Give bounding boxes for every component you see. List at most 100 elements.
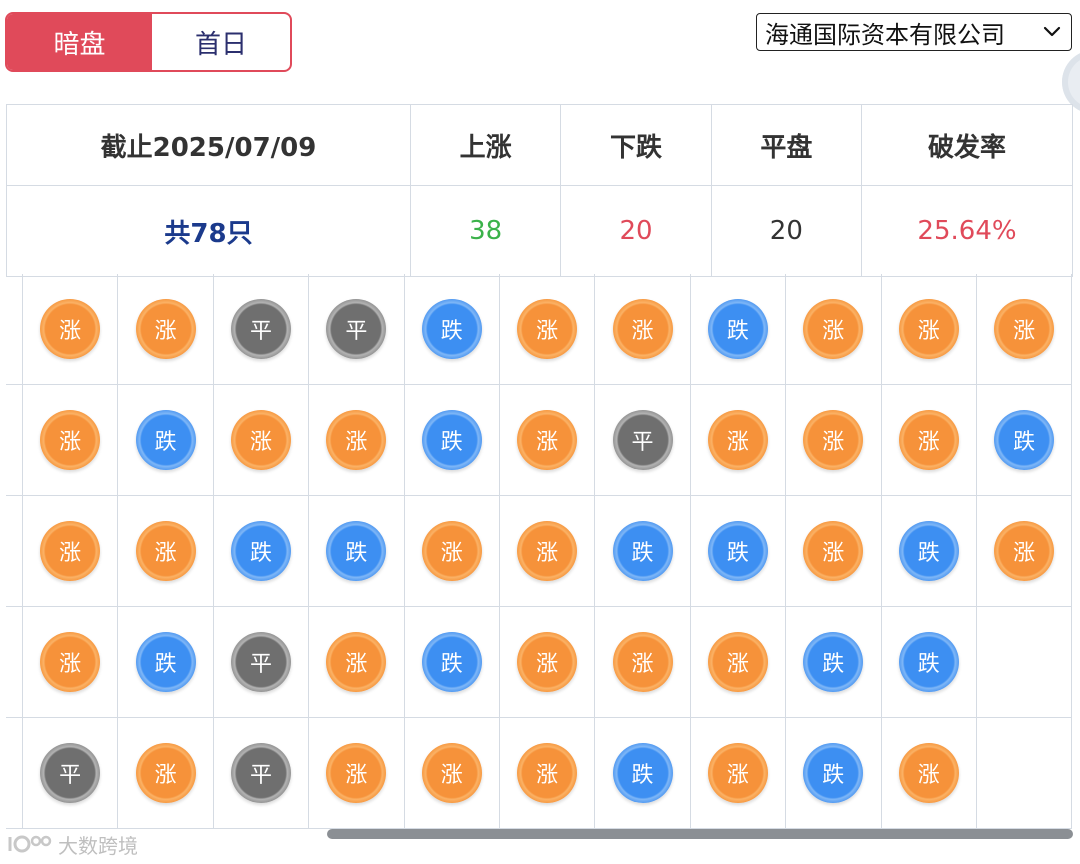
coin-down[interactable]: 跌	[707, 521, 768, 581]
horizontal-scrollbar[interactable]	[327, 829, 1073, 839]
grid-cell: 平	[595, 385, 691, 496]
coin-up[interactable]: 涨	[517, 299, 578, 359]
coin-down[interactable]: 跌	[135, 632, 196, 692]
coin-up[interactable]: 涨	[517, 410, 578, 470]
coin-flat[interactable]: 平	[326, 299, 387, 359]
coin-up[interactable]: 涨	[326, 743, 387, 803]
coin-down[interactable]: 跌	[803, 632, 864, 692]
grid-cell: 跌	[404, 274, 500, 385]
grid-cell: 涨	[690, 607, 787, 718]
coin-down[interactable]: 跌	[898, 632, 959, 692]
coin-down[interactable]: 跌	[612, 743, 673, 803]
coin-down[interactable]: 跌	[898, 521, 959, 581]
grid-cell: 涨	[690, 385, 787, 496]
grid-cell: 跌	[595, 496, 691, 607]
grid-cell: 涨	[499, 718, 596, 829]
flat-count: 20	[710, 185, 863, 277]
coin-up[interactable]: 涨	[135, 299, 196, 359]
coin-up[interactable]: 涨	[135, 743, 196, 803]
coin-down[interactable]: 跌	[230, 521, 291, 581]
coin-up[interactable]: 涨	[898, 410, 959, 470]
grid-cell: 涨	[595, 274, 691, 385]
grid-cell: 跌	[309, 496, 405, 607]
grid-cell: 跌	[595, 718, 691, 829]
coin-down[interactable]: 跌	[612, 521, 673, 581]
coin-up[interactable]: 涨	[612, 632, 673, 692]
coin-down[interactable]: 跌	[421, 299, 482, 359]
coin-down[interactable]: 跌	[803, 743, 864, 803]
grid-cell: 涨	[118, 718, 214, 829]
chevron-down-icon	[1041, 21, 1063, 43]
grid-cell: 跌	[881, 496, 977, 607]
coin-up[interactable]: 涨	[517, 521, 578, 581]
coin-up[interactable]: 涨	[230, 410, 291, 470]
watermark-logo-icon	[8, 833, 52, 855]
rise-count: 38	[409, 185, 562, 277]
grid-cell: 跌	[404, 385, 500, 496]
grid-cell: 涨	[404, 718, 500, 829]
coin-up[interactable]: 涨	[994, 521, 1055, 581]
grid-cell: 涨	[881, 274, 977, 385]
grid-cell: 涨	[881, 718, 977, 829]
coin-down[interactable]: 跌	[135, 410, 196, 470]
grid-cell: 涨	[118, 274, 214, 385]
coin-up[interactable]: 涨	[803, 299, 864, 359]
coin-down[interactable]: 跌	[707, 299, 768, 359]
grid-cell: 涨	[595, 607, 691, 718]
grid-cell	[976, 607, 1073, 718]
coin-down[interactable]: 跌	[421, 632, 482, 692]
summary-header-row: 截止2025/07/09 上涨 下跌 平盘 破发率	[6, 104, 1073, 186]
coin-up[interactable]: 涨	[517, 743, 578, 803]
coin-up[interactable]: 涨	[40, 521, 101, 581]
grid-cell: 涨	[309, 718, 405, 829]
grid-cell: 涨	[23, 607, 119, 718]
grid-cell: 跌	[118, 607, 214, 718]
grid-cell: 涨	[976, 274, 1073, 385]
grid-left-edge	[6, 274, 23, 829]
grid-cell: 涨	[786, 274, 882, 385]
broker-select[interactable]: 海通国际资本有限公司	[756, 13, 1072, 51]
coin-up[interactable]: 涨	[994, 299, 1055, 359]
total-count: 共78只	[6, 185, 411, 277]
coin-down[interactable]: 跌	[994, 410, 1055, 470]
coin-up[interactable]: 涨	[40, 632, 101, 692]
coin-flat[interactable]: 平	[230, 299, 291, 359]
coin-up[interactable]: 涨	[898, 299, 959, 359]
coin-up[interactable]: 涨	[612, 299, 673, 359]
coin-up[interactable]: 涨	[898, 743, 959, 803]
grid-cell: 平	[23, 718, 119, 829]
coin-up[interactable]: 涨	[707, 410, 768, 470]
coin-flat[interactable]: 平	[230, 632, 291, 692]
coin-up[interactable]: 涨	[326, 410, 387, 470]
watermark-text: 大数跨境	[58, 833, 138, 858]
coin-flat[interactable]: 平	[230, 743, 291, 803]
grid-cell: 涨	[786, 385, 882, 496]
coin-up[interactable]: 涨	[40, 410, 101, 470]
coin-up[interactable]: 涨	[707, 632, 768, 692]
coin-up[interactable]: 涨	[421, 521, 482, 581]
coin-up[interactable]: 涨	[803, 521, 864, 581]
grid-cell: 跌	[213, 496, 310, 607]
grid-cell	[976, 718, 1073, 829]
grid-cell: 平	[213, 718, 310, 829]
fall-count: 20	[560, 185, 712, 277]
grid-cell: 涨	[23, 274, 119, 385]
header-flat: 平盘	[710, 104, 863, 186]
grid-cell: 涨	[690, 718, 787, 829]
coin-up[interactable]: 涨	[421, 743, 482, 803]
coin-flat[interactable]: 平	[40, 743, 101, 803]
coin-down[interactable]: 跌	[326, 521, 387, 581]
grid-cell: 涨	[404, 496, 500, 607]
coin-up[interactable]: 涨	[326, 632, 387, 692]
coin-up[interactable]: 涨	[40, 299, 101, 359]
coin-down[interactable]: 跌	[421, 410, 482, 470]
coin-up[interactable]: 涨	[803, 410, 864, 470]
coin-up[interactable]: 涨	[707, 743, 768, 803]
tab-grey-market[interactable]: 暗盘	[7, 14, 152, 70]
header-fall: 下跌	[560, 104, 712, 186]
tab-first-day[interactable]: 首日	[152, 14, 290, 70]
coin-up[interactable]: 涨	[135, 521, 196, 581]
coin-up[interactable]: 涨	[517, 632, 578, 692]
grid-cell: 涨	[23, 385, 119, 496]
coin-flat[interactable]: 平	[612, 410, 673, 470]
